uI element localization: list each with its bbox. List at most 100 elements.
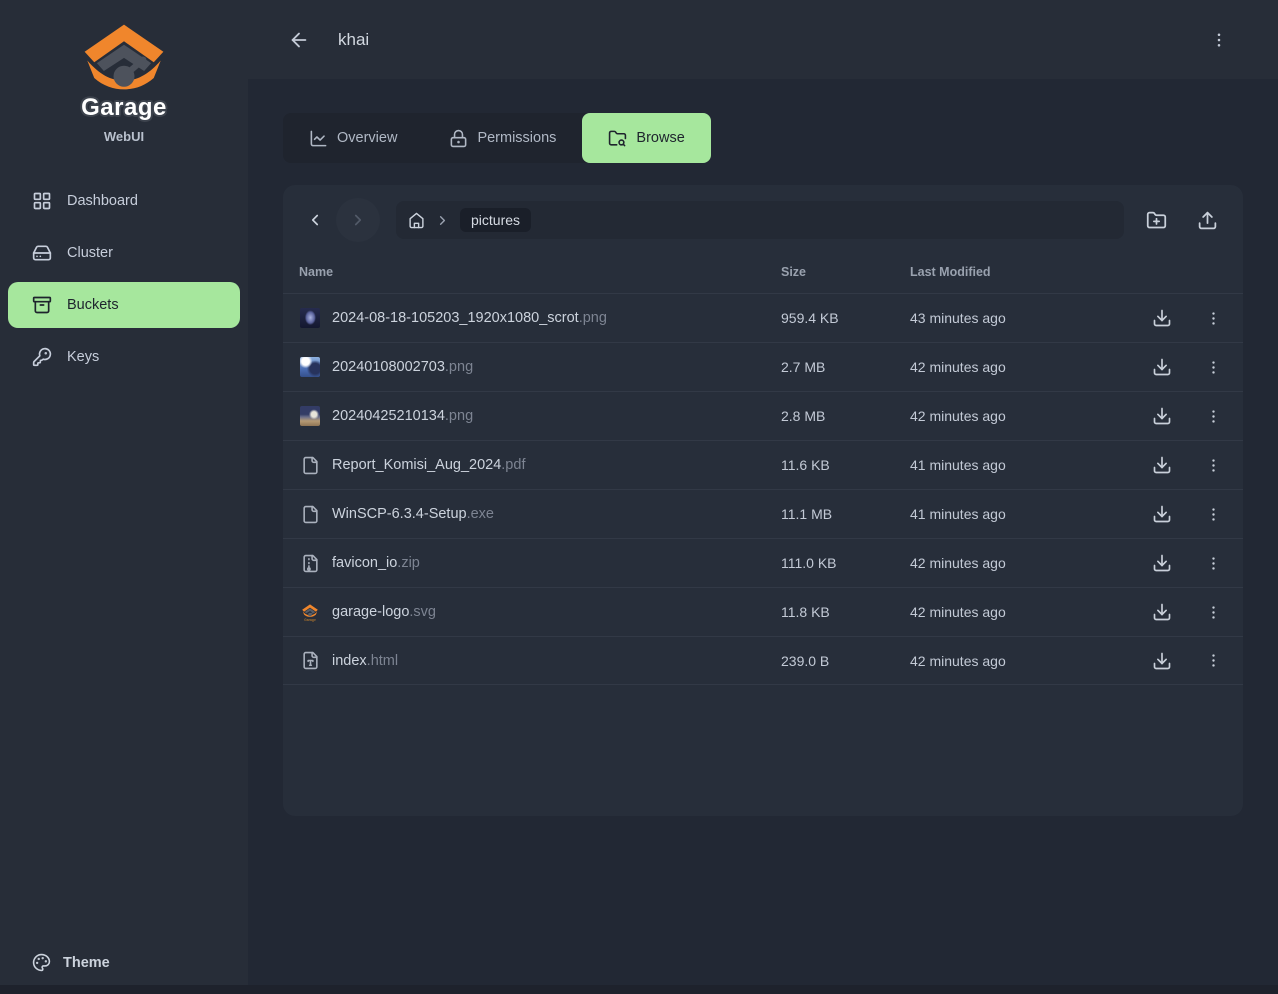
download-button[interactable]	[1150, 551, 1174, 575]
download-button[interactable]	[1150, 453, 1174, 477]
row-menu-button[interactable]	[1203, 453, 1224, 477]
file-icon	[300, 455, 320, 475]
download-icon	[1152, 553, 1172, 573]
upload-button[interactable]	[1195, 208, 1220, 233]
breadcrumb-segment-current[interactable]: pictures	[460, 208, 531, 232]
file-modified: 42 minutes ago	[910, 604, 1146, 620]
table-row[interactable]: 20240425210134.png 2.8 MB 42 minutes ago	[283, 391, 1243, 440]
sidebar: Garage WebUI Dashboard	[0, 0, 248, 994]
page-title: khai	[338, 30, 369, 50]
file-extension: .png	[579, 310, 607, 326]
download-button[interactable]	[1150, 404, 1174, 428]
row-actions	[1146, 306, 1227, 330]
file-name-link[interactable]: Report_Komisi_Aug_2024	[332, 457, 501, 473]
photo-thumbnail-beach	[300, 406, 320, 426]
archive-box-icon	[32, 295, 52, 315]
photo-thumbnail-blue	[300, 357, 320, 377]
table-row[interactable]: 20240108002703.png 2.7 MB 42 minutes ago	[283, 342, 1243, 391]
chevron-left-icon	[306, 211, 324, 229]
file-extension: .svg	[409, 604, 436, 620]
sidebar-item-keys[interactable]: Keys	[8, 334, 240, 380]
row-menu-button[interactable]	[1203, 551, 1224, 575]
sidebar-item-buckets[interactable]: Buckets	[8, 282, 240, 328]
row-actions	[1146, 600, 1227, 624]
file-name-link[interactable]: favicon_io	[332, 555, 397, 571]
row-menu-button[interactable]	[1203, 306, 1224, 330]
download-button[interactable]	[1150, 355, 1174, 379]
file-modified: 41 minutes ago	[910, 457, 1146, 473]
file-name-link[interactable]: 20240108002703	[332, 359, 445, 375]
table-row[interactable]: index.html 239.0 B 42 minutes ago	[283, 636, 1243, 685]
nav-back-button[interactable]	[298, 203, 332, 237]
nav-forward-button[interactable]	[336, 198, 380, 242]
table-row[interactable]: Garage garage-logo.svg 11.8 KB 42 minute…	[283, 587, 1243, 636]
zip-file-icon	[300, 553, 320, 573]
kebab-menu-icon	[1205, 652, 1222, 669]
bucket-tabs: Overview Permissions Bro	[283, 113, 711, 163]
table-body: 2024-08-18-105203_1920x1080_scrot.png 95…	[283, 293, 1243, 685]
row-menu-button[interactable]	[1203, 600, 1224, 624]
table-row[interactable]: favicon_io.zip 111.0 KB 42 minutes ago	[283, 538, 1243, 587]
chevron-right-icon	[435, 213, 450, 228]
column-header-name: Name	[299, 265, 781, 279]
row-menu-button[interactable]	[1203, 355, 1224, 379]
file-name-link[interactable]: garage-logo	[332, 604, 409, 620]
kebab-menu-icon	[1210, 31, 1228, 49]
table-row[interactable]: WinSCP-6.3.4-Setup.exe 11.1 MB 41 minute…	[283, 489, 1243, 538]
line-chart-icon	[309, 129, 328, 148]
home-breadcrumb-button[interactable]	[408, 212, 425, 229]
file-extension: .html	[367, 653, 398, 669]
file-modified: 41 minutes ago	[910, 506, 1146, 522]
file-name-link[interactable]: 20240425210134	[332, 408, 445, 424]
table-row[interactable]: Report_Komisi_Aug_2024.pdf 11.6 KB 41 mi…	[283, 440, 1243, 489]
column-header-size: Size	[781, 265, 910, 279]
kebab-menu-icon	[1205, 604, 1222, 621]
download-icon	[1152, 406, 1172, 426]
sidebar-item-dashboard[interactable]: Dashboard	[8, 178, 240, 224]
download-button[interactable]	[1150, 649, 1174, 673]
download-button[interactable]	[1150, 600, 1174, 624]
back-button[interactable]	[282, 23, 316, 57]
file-extension: .png	[445, 408, 473, 424]
row-actions	[1146, 502, 1227, 526]
sidebar-item-cluster[interactable]: Cluster	[8, 230, 240, 276]
garage-logo-thumbnail: Garage	[300, 602, 320, 622]
hard-drive-icon	[32, 243, 52, 263]
row-menu-button[interactable]	[1203, 502, 1224, 526]
html-file-icon	[300, 651, 320, 671]
kebab-menu-icon	[1205, 506, 1222, 523]
download-button[interactable]	[1150, 306, 1174, 330]
sidebar-item-label: Dashboard	[67, 193, 138, 209]
logo-block: Garage WebUI	[0, 0, 248, 144]
file-size: 111.0 KB	[781, 555, 910, 571]
file-name-link[interactable]: 2024-08-18-105203_1920x1080_scrot	[332, 310, 579, 326]
file-icon	[300, 504, 320, 524]
browser-card: pictures	[283, 185, 1243, 816]
row-menu-button[interactable]	[1203, 649, 1224, 673]
file-modified: 42 minutes ago	[910, 653, 1146, 669]
create-folder-button[interactable]	[1144, 208, 1169, 233]
file-size: 2.8 MB	[781, 408, 910, 424]
app-title: Garage	[0, 94, 248, 122]
folder-plus-icon	[1146, 210, 1167, 231]
lock-icon	[449, 129, 468, 148]
file-name-cell: favicon_io.zip	[299, 553, 781, 573]
table-row[interactable]: 2024-08-18-105203_1920x1080_scrot.png 95…	[283, 293, 1243, 342]
tab-overview[interactable]: Overview	[283, 113, 423, 163]
kebab-menu-icon	[1205, 408, 1222, 425]
theme-button[interactable]: Theme	[32, 953, 110, 972]
tab-browse[interactable]: Browse	[582, 113, 710, 163]
file-name-link[interactable]: index	[332, 653, 367, 669]
column-header-modified: Last Modified	[910, 265, 1146, 279]
row-menu-button[interactable]	[1203, 404, 1224, 428]
file-name-link[interactable]: WinSCP-6.3.4-Setup	[332, 506, 467, 522]
download-button[interactable]	[1150, 502, 1174, 526]
file-name-cell: 2024-08-18-105203_1920x1080_scrot.png	[299, 308, 781, 328]
file-size: 11.1 MB	[781, 506, 910, 522]
screenshot-thumbnail	[300, 308, 320, 328]
main-content: Overview Permissions Bro	[248, 79, 1278, 994]
file-size: 959.4 KB	[781, 310, 910, 326]
tab-permissions[interactable]: Permissions	[423, 113, 582, 163]
bucket-menu-button[interactable]	[1204, 25, 1234, 55]
download-icon	[1152, 651, 1172, 671]
